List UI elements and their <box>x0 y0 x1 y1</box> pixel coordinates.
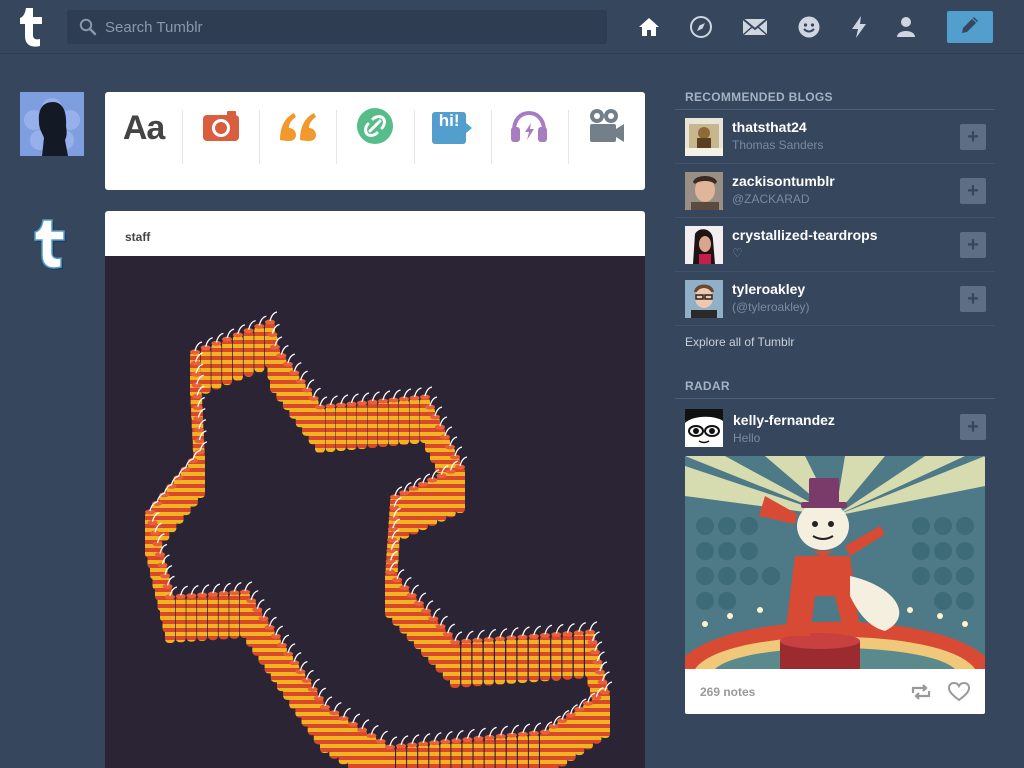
post-type-audio[interactable] <box>490 92 568 190</box>
headphones-icon <box>509 109 549 148</box>
user-avatar[interactable] <box>20 92 84 156</box>
activity-icon[interactable] <box>846 14 872 40</box>
plus-icon: + <box>967 126 979 148</box>
post-type-photo[interactable] <box>182 92 259 190</box>
search-icon <box>79 18 97 36</box>
post-author[interactable]: staff <box>125 230 150 244</box>
post-type-link[interactable] <box>336 92 413 190</box>
post-type-video[interactable] <box>567 92 645 190</box>
top-bar <box>0 0 1024 54</box>
blog-subtitle: (@tyleroakley) <box>732 300 810 314</box>
radar-blog-subtitle: Hello <box>733 431 761 445</box>
blog-name[interactable]: zackisontumblr <box>732 173 835 189</box>
recommended-blog-row[interactable]: tyleroakley (@tyleroakley) + <box>675 272 995 326</box>
explore-icon[interactable] <box>688 14 714 40</box>
blog-avatar[interactable] <box>685 172 723 210</box>
blog-avatar[interactable] <box>685 280 723 318</box>
explore-link[interactable]: Explore all of Tumblr <box>685 335 794 349</box>
text-label: Aa <box>122 108 165 147</box>
post-type-text[interactable]: Aa <box>105 92 182 190</box>
home-icon[interactable] <box>636 14 662 40</box>
recommended-blog-row[interactable]: zackisontumblr @ZACKARAD + <box>675 164 995 218</box>
recommended-blogs-title: RECOMMENDED BLOGS <box>685 90 833 104</box>
compose-button[interactable] <box>947 11 993 43</box>
post-header: staff <box>105 211 645 256</box>
tumblr-logo[interactable] <box>16 6 50 48</box>
follow-button[interactable]: + <box>960 414 986 440</box>
blog-name[interactable]: tyleroakley <box>732 281 805 297</box>
recommended-blog-row[interactable]: thatsthat24 Thomas Sanders + <box>675 110 995 164</box>
inbox-icon[interactable] <box>742 14 768 40</box>
camera-icon <box>202 110 240 147</box>
post-image <box>105 256 645 768</box>
blog-avatar[interactable] <box>685 118 723 156</box>
follow-button[interactable]: + <box>960 124 986 150</box>
follow-button[interactable]: + <box>960 178 986 204</box>
notes-count[interactable]: 269 notes <box>700 685 755 699</box>
staff-avatar[interactable] <box>26 216 76 270</box>
account-icon[interactable] <box>893 14 919 40</box>
blog-subtitle: ♡ <box>732 246 743 260</box>
dashboard-post: staff <box>105 211 645 768</box>
blog-subtitle: Thomas Sanders <box>732 138 824 152</box>
divider <box>675 398 995 399</box>
blog-avatar[interactable] <box>685 226 723 264</box>
post-type-bar: Aa hi! <box>105 92 645 190</box>
plus-icon: + <box>967 234 979 256</box>
blog-subtitle: @ZACKARAD <box>732 192 810 206</box>
follow-button[interactable]: + <box>960 232 986 258</box>
chat-label: hi! <box>438 111 460 130</box>
radar-post-image[interactable] <box>685 456 985 669</box>
recommended-blog-row[interactable]: crystallized-teardrops ♡ + <box>675 218 995 272</box>
blog-name[interactable]: crystallized-teardrops <box>732 227 878 243</box>
link-icon <box>356 107 394 150</box>
post-type-quote[interactable] <box>259 92 336 190</box>
chat-icon: hi! <box>431 111 473 145</box>
blog-name[interactable]: thatsthat24 <box>732 119 807 135</box>
messaging-icon[interactable] <box>796 14 822 40</box>
follow-button[interactable]: + <box>960 286 986 312</box>
heart-icon[interactable] <box>947 680 971 704</box>
video-camera-icon <box>587 108 625 149</box>
plus-icon: + <box>967 416 979 438</box>
radar-blog-avatar[interactable] <box>685 409 723 447</box>
radar-title: RADAR <box>685 379 730 393</box>
plus-icon: + <box>967 180 979 202</box>
quote-icon <box>278 110 318 147</box>
post-type-chat[interactable]: hi! <box>413 92 491 190</box>
radar-blog-name[interactable]: kelly-fernandez <box>733 412 835 428</box>
reblog-icon[interactable] <box>909 680 933 704</box>
search-bar[interactable] <box>67 10 607 44</box>
search-input[interactable] <box>105 10 595 44</box>
plus-icon: + <box>967 288 979 310</box>
radar-post[interactable]: 269 notes <box>685 456 985 714</box>
pencil-icon <box>959 14 981 41</box>
